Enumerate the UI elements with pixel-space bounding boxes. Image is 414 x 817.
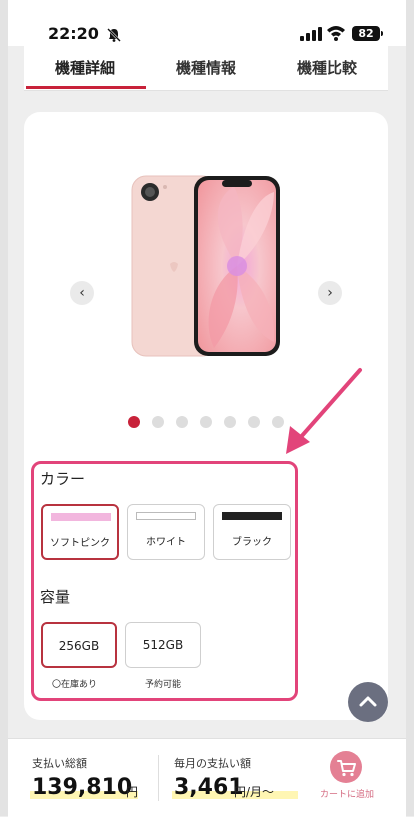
chevron-up-icon	[359, 696, 377, 707]
annotation-highlight-box	[31, 461, 298, 701]
battery-tip	[381, 31, 383, 36]
product-image	[131, 175, 280, 357]
active-tab-indicator	[26, 86, 146, 89]
tab-device-compare[interactable]: 機種比較	[266, 46, 388, 90]
monthly-payment-unit: 円/月〜	[234, 785, 275, 799]
total-payment-label: 支払い総額	[32, 757, 87, 770]
tab-device-detail[interactable]: 機種詳細	[24, 46, 146, 90]
scroll-to-top-button[interactable]	[348, 682, 388, 722]
cart-icon	[337, 760, 356, 777]
carousel-dot[interactable]	[248, 416, 260, 428]
frame-right	[406, 0, 414, 816]
tab-bar: 機種詳細 機種情報 機種比較	[24, 46, 388, 91]
tab-device-info[interactable]: 機種情報	[146, 46, 266, 90]
frame-left	[0, 0, 8, 816]
monthly-payment-label: 毎月の支払い額	[174, 757, 251, 770]
total-payment-amount: 139,810	[32, 775, 133, 800]
carousel-prev-button[interactable]: ‹	[70, 281, 94, 305]
battery-icon: 82	[352, 26, 380, 41]
carousel-dot[interactable]	[176, 416, 188, 428]
status-bar: 22:20 82	[8, 0, 406, 46]
carousel-dot[interactable]	[224, 416, 236, 428]
bell-off-icon	[107, 28, 121, 42]
signal-icon	[300, 27, 322, 41]
carousel-dot-active[interactable]	[128, 416, 140, 428]
divider	[158, 755, 159, 801]
annotation-arrow-icon	[286, 368, 362, 454]
carousel-next-button[interactable]: ›	[318, 281, 342, 305]
wifi-icon	[327, 26, 345, 41]
add-to-cart-label[interactable]: カートに追加	[314, 787, 380, 800]
status-time: 22:20	[48, 24, 99, 43]
bottom-price-bar: 支払い総額 139,810 円 毎月の支払い額 3,461 円/月〜 カートに追…	[8, 738, 406, 817]
add-to-cart-button[interactable]	[330, 751, 362, 783]
carousel-dot[interactable]	[200, 416, 212, 428]
total-payment-unit: 円	[126, 785, 139, 799]
carousel-dot[interactable]	[152, 416, 164, 428]
